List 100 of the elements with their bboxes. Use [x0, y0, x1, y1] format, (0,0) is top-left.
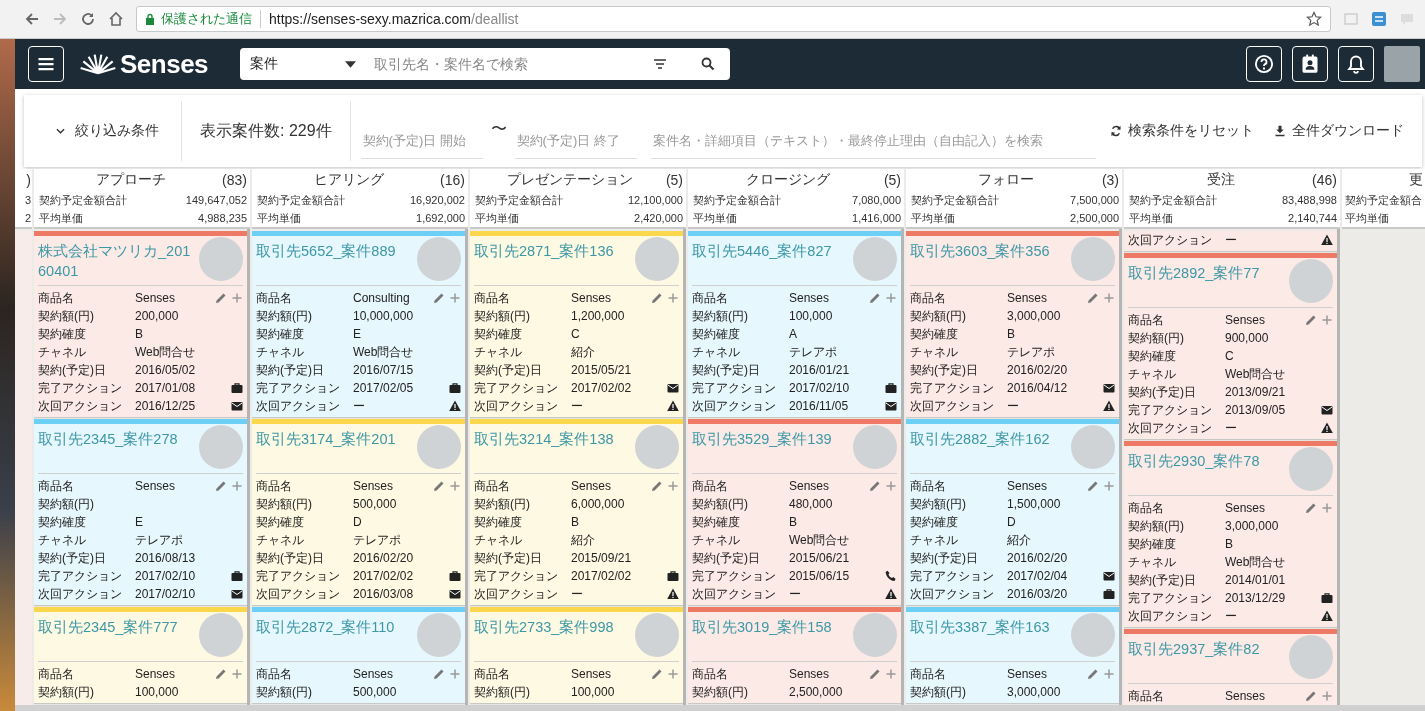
deal-card[interactable]: 取引先2892_案件77 商品名 Senses 契約額(円) 900,000 契約確度 C チャネル Web問合せ 契約(予定)日 2013/09/21 完了アクション 2013/09/05 次回アクション ー: [1124, 253, 1337, 439]
plus-icon[interactable]: [449, 668, 461, 680]
deal-card[interactable]: 取引先2882_案件162 商品名 Senses 契約額(円) 1,500,000 契約確度 D チャネル 紹介 契約(予定)日 2016/02/20 完了アクション 2017/02/04 次回アクション 2016/03/20: [906, 419, 1119, 605]
plus-icon[interactable]: [1321, 690, 1333, 702]
plus-icon[interactable]: [1321, 314, 1333, 326]
field-label: 契約確度: [256, 513, 305, 531]
field-label: 契約(予定)日: [910, 361, 979, 379]
plus-icon[interactable]: [1103, 668, 1115, 680]
reload-icon[interactable]: [80, 11, 96, 27]
deal-card[interactable]: 取引先2733_案件998 商品名 Senses 契約額(円) 100,000: [470, 607, 683, 703]
contacts-button[interactable]: [1292, 46, 1328, 82]
pencil-icon[interactable]: [433, 292, 445, 304]
field-label: 商品名: [692, 477, 729, 495]
address-bar[interactable]: 保護された通信 https://senses-sexy.mazrica.com/deallist: [136, 6, 1331, 32]
plus-icon[interactable]: [667, 668, 679, 680]
avatar-placeholder: [1289, 259, 1333, 303]
filter-icon[interactable]: [652, 56, 669, 72]
pencil-icon[interactable]: [651, 668, 663, 680]
date-from-field[interactable]: 契約(予定)日 開始: [360, 123, 483, 159]
pencil-icon[interactable]: [215, 668, 227, 680]
field-label: 契約額(円): [474, 307, 531, 325]
deal-card[interactable]: 取引先3529_案件139 商品名 Senses 契約額(円) 480,000 契約確度 B チャネル Web問合せ 契約(予定)日 2015/06/21 完了アクション 2015/06/15 次回アクション ー: [688, 419, 901, 605]
pencil-icon[interactable]: [215, 480, 227, 492]
search-icon[interactable]: [700, 56, 717, 72]
pencil-icon[interactable]: [651, 292, 663, 304]
deal-card[interactable]: 取引先3174_案件201 商品名 Senses 契約額(円) 500,000 契約確度 D チャネル テレアポ 契約(予定)日 2016/02/20 完了アクション 2017/02/02 次回アクション 2016/03/08: [252, 419, 465, 605]
pencil-icon[interactable]: [215, 292, 227, 304]
plus-icon[interactable]: [449, 480, 461, 492]
text-search-field[interactable]: 案件名・詳細項目（テキスト）・最終停止理由（自由記入）を検索: [650, 123, 1096, 159]
deal-card[interactable]: 取引先2937_案件82 商品名 Senses: [1124, 629, 1337, 705]
field-value: ー: [353, 397, 365, 415]
pencil-icon[interactable]: [651, 480, 663, 492]
extension-icon[interactable]: [1371, 11, 1387, 27]
avatar-placeholder: [635, 237, 679, 281]
date-to-field[interactable]: 契約(予定)日 終了: [514, 123, 637, 159]
deal-card[interactable]: 株式会社マツリカ_20160401 商品名 Senses 契約額(円) 200,000 契約確度 B チャネル Web問合せ 契約(予定)日 2016/05/02 完了アクション 2017/01/08 次回アクション 2016/12/25: [34, 231, 247, 417]
plus-icon[interactable]: [231, 480, 243, 492]
download-button[interactable]: 全件ダウンロード: [1268, 122, 1410, 140]
plus-icon[interactable]: [667, 292, 679, 304]
help-button[interactable]: [1246, 46, 1282, 82]
pencil-icon[interactable]: [1305, 314, 1317, 326]
plus-icon[interactable]: [667, 480, 679, 492]
pencil-icon[interactable]: [1087, 292, 1099, 304]
field-label: 次回アクション: [474, 397, 559, 415]
home-icon[interactable]: [108, 11, 124, 27]
column-title: 更: [1408, 171, 1423, 189]
deal-card[interactable]: 取引先2345_案件278 商品名 Senses 契約額(円) 契約確度 E チャネル テレアポ 契約(予定)日 2016/08/13 完了アクション 2017/02/10 次回アクション 2017/02/10: [34, 419, 247, 605]
back-icon[interactable]: [24, 11, 40, 27]
plus-icon[interactable]: [1321, 502, 1333, 514]
search-field[interactable]: 案件 取引先名・案件名で検索: [240, 48, 731, 80]
field-value: 2017/02/02: [353, 569, 414, 583]
sum-label: 契約予定金額合計: [475, 192, 563, 208]
pencil-icon[interactable]: [433, 668, 445, 680]
reset-button[interactable]: 検索条件をリセット: [1104, 122, 1260, 140]
deal-card[interactable]: 取引先3214_案件138 商品名 Senses 契約額(円) 6,000,000 契約確度 B チャネル 紹介 契約(予定)日 2015/09/21 完了アクション 2017/02/02 次回アクション ー: [470, 419, 683, 605]
pencil-icon[interactable]: [869, 480, 881, 492]
field-value: Web問合せ: [1225, 365, 1286, 383]
pencil-icon[interactable]: [1305, 502, 1317, 514]
plus-icon[interactable]: [231, 668, 243, 680]
deal-card[interactable]: 取引先2872_案件110 商品名 Senses 契約額(円) 500,000: [252, 607, 465, 703]
pencil-icon[interactable]: [433, 480, 445, 492]
sum-value: 83,488,998: [1281, 194, 1337, 206]
deal-card[interactable]: 取引先3387_案件163 商品名 Senses 契約額(円) 3,000,000: [906, 607, 1119, 703]
pencil-icon[interactable]: [1087, 480, 1099, 492]
pencil-icon[interactable]: [869, 292, 881, 304]
plus-icon[interactable]: [885, 292, 897, 304]
scope-select[interactable]: 案件: [250, 55, 357, 73]
menu-button[interactable]: [28, 46, 64, 82]
plus-icon[interactable]: [449, 292, 461, 304]
field-value: 2016/12/25: [135, 399, 196, 413]
average-value: 1,416,000: [852, 212, 901, 224]
field-label: チャネル: [38, 343, 87, 361]
deal-card[interactable]: 取引先2930_案件78 商品名 Senses 契約額(円) 3,000,000 契約確度 B チャネル Web問合せ 契約(予定)日 2014/01/01 完了アクション 2013/12/29 次回アクション ー: [1124, 441, 1337, 627]
notifications-button[interactable]: [1338, 46, 1374, 82]
deal-card[interactable]: 取引先3603_案件356 商品名 Senses 契約額(円) 3,000,000 契約確度 B チャネル テレアポ 契約(予定)日 2016/02/20 完了アクション 2016/04/12 次回アクション ー: [906, 231, 1119, 417]
filter-toggle[interactable]: 絞り込み条件: [44, 122, 171, 140]
pencil-icon[interactable]: [1305, 690, 1317, 702]
avatar-placeholder: [635, 425, 679, 469]
deal-card[interactable]: 取引先2871_案件136 商品名 Senses 契約額(円) 1,200,000 契約確度 C チャネル 紹介 契約(予定)日 2015/05/21 完了アクション 2017/02/02 次回アクション ー: [470, 231, 683, 417]
deal-card[interactable]: 取引先5652_案件889 商品名 Consulting 契約額(円) 10,000,000 契約確度 E チャネル Web問合せ 契約(予定)日 2016/07/15 完了アクション 2017/02/05 次回アクション ー: [252, 231, 465, 417]
plus-icon[interactable]: [1103, 480, 1115, 492]
star-icon[interactable]: [1306, 11, 1322, 27]
average-label: 平均単価: [693, 210, 737, 226]
pencil-icon[interactable]: [869, 668, 881, 680]
plus-icon[interactable]: [885, 480, 897, 492]
sum-label: 契約予定金額合計: [39, 192, 127, 208]
deal-card[interactable]: 取引先5446_案件827 商品名 Senses 契約額(円) 100,000 契約確度 A チャネル テレアポ 契約(予定)日 2016/01/21 完了アクション 2017/02/10 次回アクション 2016/11/05: [688, 231, 901, 417]
deal-card[interactable]: 取引先2345_案件777 商品名 Senses 契約額(円) 100,000: [34, 607, 247, 703]
deal-card[interactable]: 取引先3019_案件158 商品名 Senses 契約額(円) 2,500,000: [688, 607, 901, 703]
pencil-icon[interactable]: [1087, 668, 1099, 680]
field-label: 次回アクション: [256, 585, 341, 603]
field-label: 契約額(円): [38, 495, 95, 513]
field-value: 3,000,000: [1225, 519, 1279, 533]
plus-icon[interactable]: [885, 668, 897, 680]
field-label: 商品名: [474, 289, 511, 307]
plus-icon[interactable]: [1103, 292, 1115, 304]
deal-card[interactable]: 次回アクション ー: [1124, 231, 1337, 251]
plus-icon[interactable]: [231, 292, 243, 304]
lock-icon: [145, 13, 155, 25]
column-count: (16): [440, 172, 465, 188]
